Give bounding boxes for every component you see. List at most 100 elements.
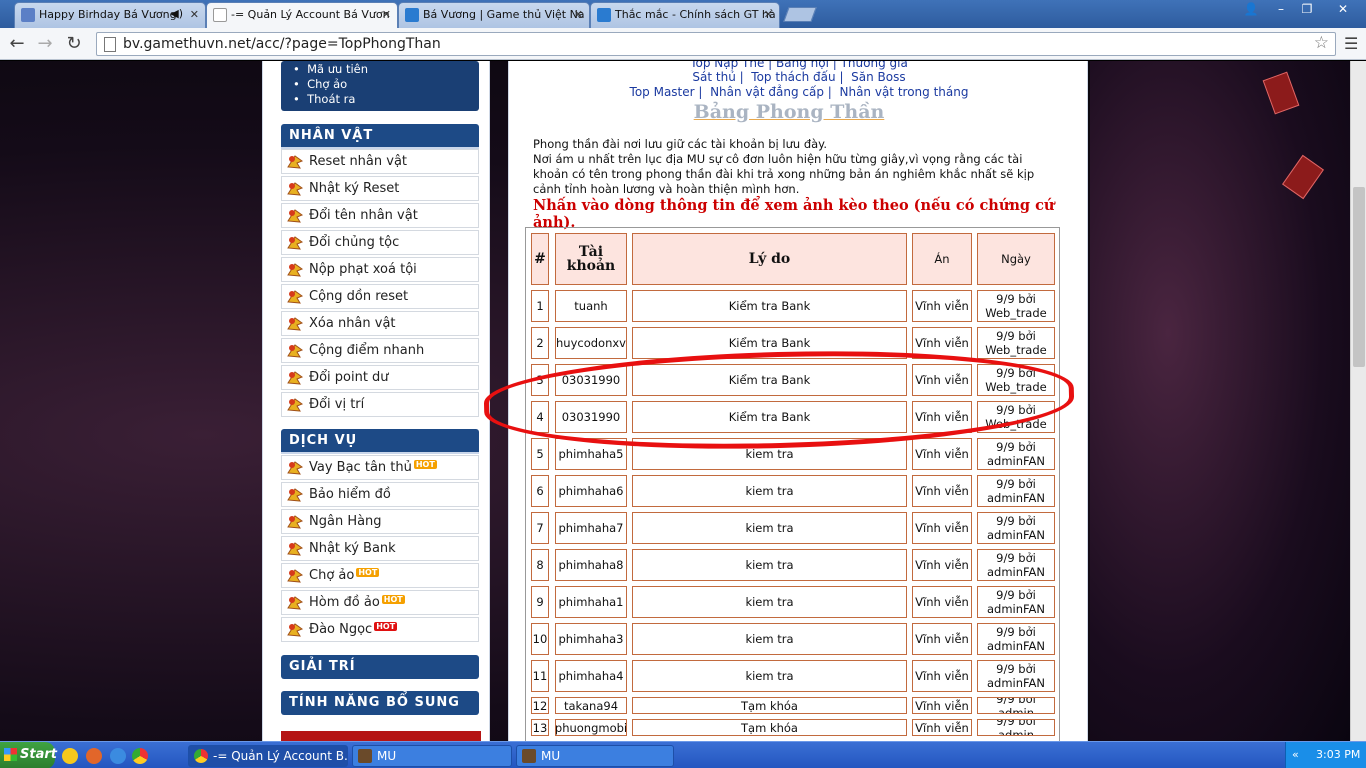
cell-account: phimhaha6 bbox=[555, 475, 627, 507]
intro-text: Phong thần đài nơi lưu giữ các tài khoản… bbox=[533, 137, 1053, 197]
sidebar-item-dich-vu[interactable]: Ngân Hàng bbox=[281, 509, 479, 534]
sidebar-item-nhan-vat[interactable]: Đổi vị trí bbox=[281, 392, 479, 417]
cell-reason: kiem tra bbox=[632, 623, 907, 655]
sidebar-item-dich-vu[interactable]: Vay Bạc tân thủ HOT bbox=[281, 455, 479, 480]
notice-text: Nhấn vào dòng thông tin để xem ảnh kèo t… bbox=[533, 197, 1055, 231]
menu-item-icon bbox=[286, 288, 304, 305]
cell-text: Tài khoản bbox=[566, 244, 616, 274]
menu-icon[interactable]: ☰ bbox=[1344, 34, 1358, 53]
sidebar-item-nhan-vat[interactable]: Cộng dồn reset bbox=[281, 284, 479, 309]
close-icon[interactable]: ✕ bbox=[190, 8, 199, 21]
tab-thac-mac[interactable]: Thắc mắc - Chính sách GT hà ✕ bbox=[590, 2, 780, 28]
cell-account: 03031990 bbox=[555, 401, 627, 433]
link-thoat-ra[interactable]: • Thoát ra bbox=[293, 92, 368, 107]
chrome-icon[interactable] bbox=[132, 748, 148, 764]
cell-text: huycodonxv bbox=[556, 336, 626, 350]
sidebar-item-nhan-vat[interactable]: Reset nhân vật bbox=[281, 149, 479, 174]
sidebar-item-nhan-vat[interactable]: Đổi point dư bbox=[281, 365, 479, 390]
star-icon[interactable]: ☆ bbox=[1314, 33, 1329, 53]
cell-number: 3 bbox=[531, 364, 549, 396]
ie-icon[interactable] bbox=[110, 748, 126, 764]
link-ma-uu-tien[interactable]: • Mã ưu tiên bbox=[293, 62, 368, 77]
cell-text: 9/9 bởi adminFAN bbox=[986, 588, 1046, 616]
tray-expand-icon[interactable]: « bbox=[1292, 748, 1299, 761]
task-chrome[interactable]: -= Quản Lý Account B... bbox=[188, 745, 348, 767]
link-san-boss[interactable]: Săn Boss bbox=[851, 70, 905, 84]
cell-number: 8 bbox=[531, 549, 549, 581]
sidebar-item-nhan-vat[interactable]: Nộp phạt xoá tội bbox=[281, 257, 479, 282]
cell-text: 9/9 bởi Web_trade bbox=[985, 292, 1047, 320]
cell-sentence: Vĩnh viễn bbox=[912, 401, 972, 433]
cell-text: 9 bbox=[536, 595, 544, 609]
top-links-row1[interactable]: Top Nạp Thẻ | Bang hội | Thương gia bbox=[509, 61, 1089, 70]
cell-text: 9/9 bởi adminFAN bbox=[986, 477, 1046, 505]
messenger-icon[interactable] bbox=[62, 748, 78, 764]
header-account: Tài khoản bbox=[555, 233, 627, 285]
address-bar[interactable]: bv.gamethuvn.net/acc/?page=TopPhongThan … bbox=[96, 32, 1336, 56]
menu-item-icon bbox=[286, 234, 304, 251]
speaker-icon: ◀) bbox=[170, 7, 183, 20]
ban-table: # Tài khoản Lý do Án Ngày 1 tuanh Kiểm tra Bank… bbox=[525, 227, 1060, 741]
scrollbar-thumb[interactable] bbox=[1353, 187, 1365, 367]
top-links-row2: Sát thủ | Top thách đấu | Săn Boss bbox=[692, 70, 906, 84]
link-top-master[interactable]: Top Master bbox=[630, 85, 695, 99]
cell-account: phimhaha1 bbox=[555, 586, 627, 618]
cell-text: 2 bbox=[536, 336, 544, 350]
link-cho-ao[interactable]: • Chợ ảo bbox=[293, 77, 368, 92]
sidebar-item-nhan-vat[interactable]: Xóa nhân vật bbox=[281, 311, 479, 336]
restore-button[interactable]: ❐ bbox=[1294, 0, 1320, 18]
cell-number: 9 bbox=[531, 586, 549, 618]
tab-birthday[interactable]: Happy Birhday Bá Vương ◀) ✕ bbox=[14, 2, 206, 28]
cell-reason: Tạm khóa bbox=[632, 697, 907, 714]
sidebar-item-nhan-vat[interactable]: Đổi chủng tộc bbox=[281, 230, 479, 255]
sidebar-item-nhan-vat[interactable]: Nhật ký Reset bbox=[281, 176, 479, 201]
cell-text: kiem tra bbox=[745, 632, 794, 646]
link-nhan-vat-trong-thang[interactable]: Nhân vật trong tháng bbox=[839, 85, 968, 99]
reload-icon[interactable]: ↻ bbox=[63, 33, 85, 55]
minimize-button[interactable]: – bbox=[1268, 0, 1294, 18]
cell-text: 9/9 bởi Web_trade bbox=[985, 403, 1047, 431]
cell-text: 1 bbox=[536, 299, 544, 313]
sidebar-item-label: Ngân Hàng bbox=[309, 514, 382, 529]
link-nhan-vat-dang-cap[interactable]: Nhân vật đẳng cấp bbox=[710, 85, 824, 99]
vertical-scrollbar[interactable] bbox=[1350, 61, 1366, 741]
sidebar-item-dich-vu[interactable]: Chợ ảo HOT bbox=[281, 563, 479, 588]
forward-icon[interactable]: → bbox=[34, 33, 56, 55]
link-top-thach-dau[interactable]: Top thách đấu bbox=[751, 70, 835, 84]
sidebar-item-nhan-vat[interactable]: Cộng điểm nhanh bbox=[281, 338, 479, 363]
cell-reason: Kiểm tra Bank bbox=[632, 401, 907, 433]
cell-date: 9/9 bởi Web_trade bbox=[977, 401, 1055, 433]
close-icon[interactable]: ✕ bbox=[574, 8, 583, 21]
back-icon[interactable]: ← bbox=[6, 33, 28, 55]
intro-line2: Nơi ám u nhất trên lục địa MU sự cô đơn … bbox=[533, 152, 1035, 196]
sidebar-item-label: Đổi chủng tộc bbox=[309, 235, 400, 250]
link-sat-thu[interactable]: Sát thủ bbox=[692, 70, 735, 84]
cell-account: huycodonxv bbox=[555, 327, 627, 359]
tab-ba-vuong[interactable]: Bá Vương | Game thủ Việt Na ✕ bbox=[398, 2, 590, 28]
cell-account: phimhaha8 bbox=[555, 549, 627, 581]
page-viewport: • Mã ưu tiên • Chợ ảo • Thoát ra NHÂN VẬ… bbox=[0, 61, 1350, 741]
page-title: Bảng Phong Thần bbox=[693, 101, 885, 123]
section-title-tinh-nang[interactable]: TÍNH NĂNG BỔ SUNG bbox=[281, 691, 479, 715]
task-mu-2[interactable]: MU bbox=[516, 745, 674, 767]
cell-text: Vĩnh viễn bbox=[915, 410, 969, 424]
task-mu-1[interactable]: MU bbox=[352, 745, 512, 767]
close-window-button[interactable]: ✕ bbox=[1328, 0, 1358, 18]
sidebar-item-dich-vu[interactable]: Nhật ký Bank bbox=[281, 536, 479, 561]
user-icon[interactable]: 👤 bbox=[1238, 0, 1264, 18]
close-icon[interactable]: ✕ bbox=[382, 8, 391, 21]
start-button[interactable]: Start bbox=[0, 742, 57, 768]
section-title-giai-tri[interactable]: GIẢI TRÍ bbox=[281, 655, 479, 679]
sidebar-item-nhan-vat[interactable]: Đổi tên nhân vật bbox=[281, 203, 479, 228]
firefox-icon[interactable] bbox=[86, 748, 102, 764]
sidebar-item-dich-vu[interactable]: Đào Ngọc HOT bbox=[281, 617, 479, 642]
sidebar-item-dich-vu[interactable]: Hòm đồ ảo HOT bbox=[281, 590, 479, 615]
cell-date: 9/9 bởi Web_trade bbox=[977, 327, 1055, 359]
tab-account-manager[interactable]: -= Quản Lý Account Bá Vươn ✕ bbox=[206, 2, 398, 28]
sidebar-item-dich-vu[interactable]: Bảo hiểm đồ bbox=[281, 482, 479, 507]
cell-number: 4 bbox=[531, 401, 549, 433]
close-icon[interactable]: ✕ bbox=[764, 8, 773, 21]
account-links: • Mã ưu tiên • Chợ ảo • Thoát ra bbox=[293, 62, 368, 107]
sidebar-item-label: Chợ ảo bbox=[309, 568, 355, 583]
new-tab-button[interactable] bbox=[783, 7, 817, 22]
